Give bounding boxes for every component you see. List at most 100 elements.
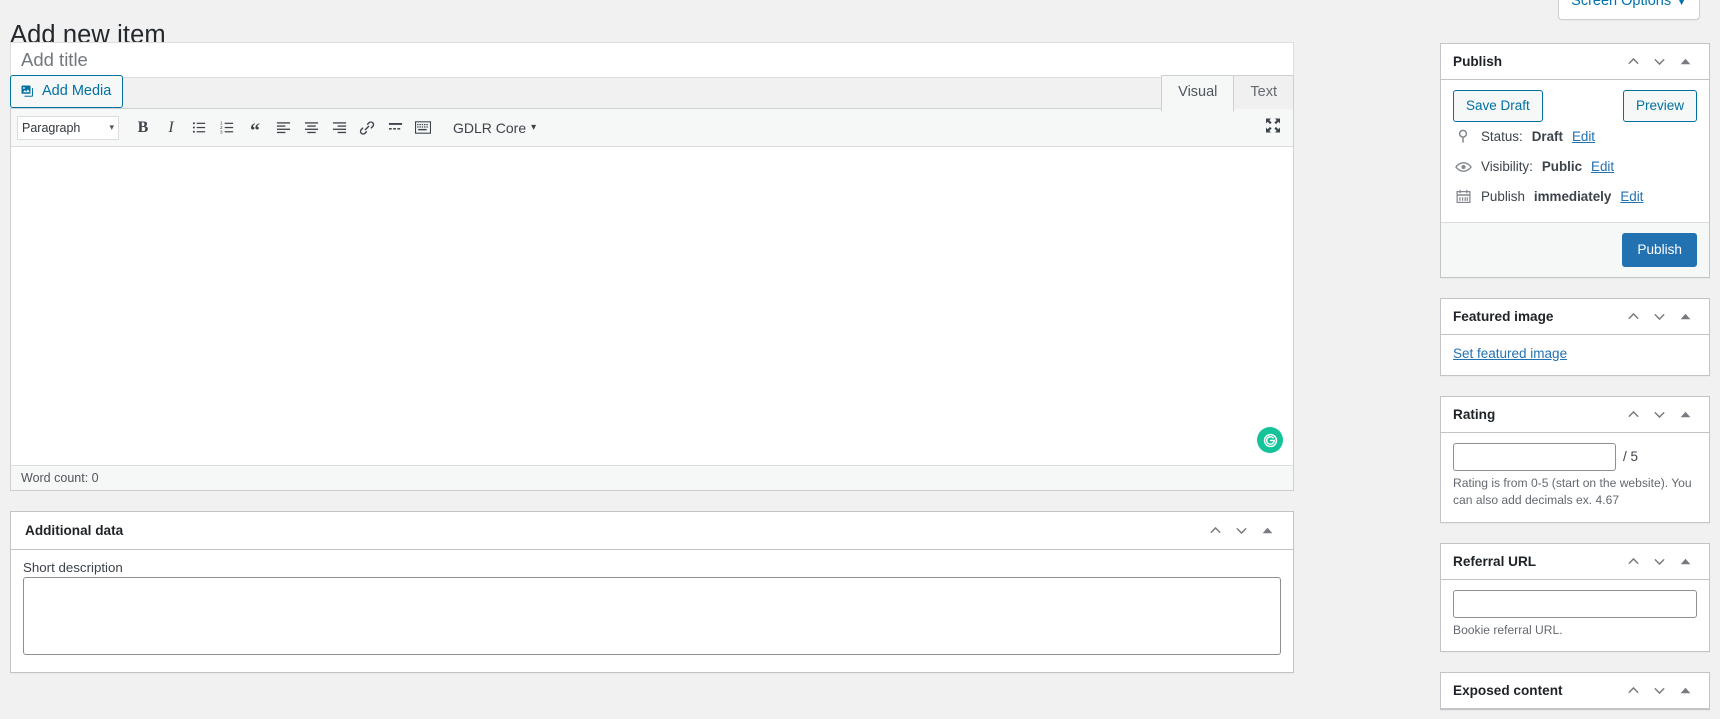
move-down-icon[interactable] (1647, 548, 1671, 574)
set-featured-image-link[interactable]: Set featured image (1453, 342, 1567, 375)
move-down-icon[interactable] (1647, 49, 1671, 75)
toolbar-toggle-button[interactable] (409, 115, 437, 141)
fullscreen-button[interactable] (1265, 117, 1281, 138)
bold-button[interactable]: B (129, 115, 157, 141)
featured-image-title: Featured image (1453, 308, 1554, 324)
rating-row: / 5 (1453, 442, 1697, 471)
publish-metabox: Publish Save Draft Preview Status: Draft… (1440, 43, 1710, 278)
italic-button[interactable]: I (157, 115, 185, 141)
grammarly-icon[interactable] (1257, 427, 1283, 453)
rating-body: / 5 Rating is from 0-5 (start on the web… (1441, 433, 1709, 522)
paragraph-format-select[interactable]: Paragraph ▾ (17, 115, 119, 140)
chevron-down-icon: ▾ (109, 122, 114, 132)
add-media-label: Add Media (42, 83, 112, 99)
align-left-button[interactable] (269, 115, 297, 141)
status-row: Status: Draft Edit (1453, 122, 1697, 152)
eye-icon (1454, 161, 1472, 173)
additional-data-header: Additional data (11, 512, 1293, 550)
toggle-panel-icon[interactable] (1673, 303, 1697, 329)
gdlr-core-dropdown[interactable]: GDLR Core ▾ (445, 120, 544, 136)
add-media-button[interactable]: Add Media (10, 75, 124, 109)
handle-actions (1621, 548, 1697, 574)
publish-body: Save Draft Preview Status: Draft Edit Vi… (1441, 80, 1709, 277)
referral-url-title: Referral URL (1453, 553, 1537, 569)
additional-data-body: Short description (11, 550, 1293, 672)
numbered-list-button[interactable]: 1 2 3 (213, 115, 241, 141)
save-draft-button[interactable]: Save Draft (1453, 90, 1543, 122)
svg-text:3: 3 (220, 130, 223, 135)
status-value: Draft (1531, 128, 1563, 144)
main-column: Add Media Visual Text Paragraph ▾ B I (10, 42, 1294, 693)
exposed-content-title: Exposed content (1453, 683, 1563, 699)
exposed-content-header: Exposed content (1441, 673, 1709, 710)
editor-mode-tabs: Visual Text (1161, 75, 1294, 112)
toggle-panel-icon[interactable] (1673, 49, 1697, 75)
align-right-button[interactable] (325, 115, 353, 141)
read-more-button[interactable] (381, 115, 409, 141)
editor-content-area[interactable] (11, 147, 1293, 465)
publish-actions-bottom: Publish (1441, 221, 1709, 277)
post-title-input[interactable] (10, 42, 1294, 78)
referral-url-metabox: Referral URL Bookie referral URL. (1440, 542, 1710, 653)
move-up-icon[interactable] (1621, 548, 1645, 574)
short-description-textarea[interactable] (23, 577, 1281, 655)
visibility-value: Public (1541, 158, 1583, 174)
insert-link-button[interactable] (353, 115, 381, 141)
wp-admin-edit-screen: Screen Options▼ Add new item Add Media (0, 0, 1720, 719)
referral-url-header: Referral URL (1441, 544, 1709, 580)
edit-schedule-link[interactable]: Edit (1620, 187, 1643, 207)
screen-options-tab[interactable]: Screen Options ▼ (1558, 0, 1700, 21)
tab-visual[interactable]: Visual (1161, 75, 1235, 112)
schedule-value: immediately (1533, 188, 1612, 204)
schedule-label: Publish (1481, 188, 1525, 204)
additional-data-title: Additional data (25, 522, 124, 538)
move-up-icon[interactable] (1621, 303, 1645, 329)
calendar-icon (1454, 189, 1472, 204)
rating-suffix: / 5 (1623, 449, 1639, 465)
edit-status-link[interactable]: Edit (1572, 127, 1595, 147)
toggle-panel-icon[interactable] (1673, 401, 1697, 427)
rating-input[interactable] (1453, 442, 1616, 471)
editor-statusbar: Word count: 0 (11, 465, 1293, 490)
edit-visibility-link[interactable]: Edit (1591, 157, 1614, 177)
toggle-panel-icon[interactable] (1673, 548, 1697, 574)
referral-url-help-text: Bookie referral URL. (1453, 622, 1563, 637)
featured-image-body: Set featured image (1441, 335, 1709, 375)
toggle-panel-icon[interactable] (1255, 518, 1279, 544)
screen-options-label: Screen Options (1571, 0, 1672, 9)
media-buttons: Add Media (10, 75, 124, 109)
gdlr-core-label: GDLR Core (453, 119, 527, 136)
handle-actions (1621, 401, 1697, 427)
referral-url-input[interactable] (1453, 589, 1697, 618)
handle-actions (1621, 49, 1697, 75)
move-up-icon[interactable] (1621, 49, 1645, 75)
toggle-panel-icon[interactable] (1673, 678, 1697, 704)
media-icon (20, 84, 35, 99)
paragraph-format-value: Paragraph (22, 120, 81, 135)
align-center-button[interactable] (297, 115, 325, 141)
move-down-icon[interactable] (1647, 303, 1671, 329)
move-down-icon[interactable] (1647, 678, 1671, 704)
tab-text[interactable]: Text (1233, 75, 1294, 112)
schedule-row: Publish immediately Edit (1453, 182, 1697, 212)
move-up-icon[interactable] (1203, 518, 1227, 544)
editor-toolbar: Paragraph ▾ B I 1 2 3 “ GDLR Core ▾ (11, 109, 1293, 147)
chevron-down-icon: ▾ (531, 122, 537, 133)
move-down-icon[interactable] (1647, 401, 1671, 427)
chevron-down-icon: ▼ (1676, 0, 1687, 8)
blockquote-button[interactable]: “ (241, 115, 269, 141)
rating-header: Rating (1441, 397, 1709, 433)
publish-title: Publish (1453, 53, 1503, 69)
move-up-icon[interactable] (1621, 401, 1645, 427)
handle-actions (1621, 678, 1697, 704)
move-up-icon[interactable] (1621, 678, 1645, 704)
referral-url-body: Bookie referral URL. (1441, 580, 1709, 652)
visibility-row: Visibility: Public Edit (1453, 152, 1697, 182)
editor-wrapper: Add Media Visual Text Paragraph ▾ B I 1 … (10, 75, 1294, 491)
preview-button[interactable]: Preview (1622, 90, 1697, 122)
move-down-icon[interactable] (1229, 518, 1253, 544)
rating-metabox: Rating / 5 Rating is from 0-5 (start on … (1440, 395, 1710, 523)
bulleted-list-button[interactable] (185, 115, 213, 141)
publish-button[interactable]: Publish (1622, 232, 1697, 267)
publish-header: Publish (1441, 44, 1709, 80)
